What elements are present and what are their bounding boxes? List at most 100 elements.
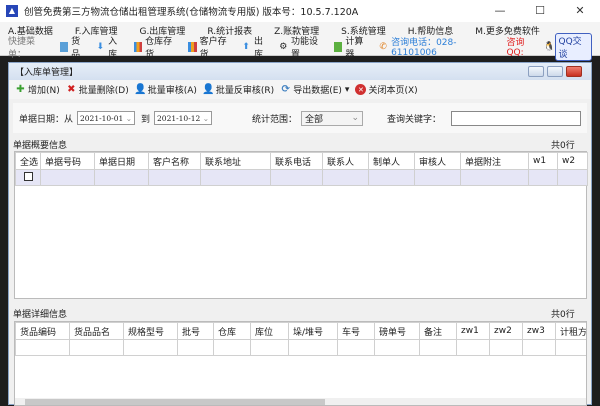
user-remove-icon: 👤 <box>202 84 215 95</box>
col-phone[interactable]: 联系电话 <box>270 152 323 170</box>
date-label: 单据日期：从 <box>19 114 74 125</box>
phone-text: 咨询电话：028-61101006 <box>391 38 457 58</box>
quick-settings-label: 功能设置 <box>290 36 318 60</box>
col-batch[interactable]: 批号 <box>177 322 214 340</box>
quick-customer-stock[interactable]: 客户存货 <box>187 34 234 60</box>
chevron-down-icon: ⌄ <box>351 113 360 123</box>
quick-warehouse-stock[interactable]: 仓库存货 <box>133 34 180 60</box>
quick-settings[interactable]: ⚙ 功能设置 <box>279 34 325 60</box>
col-contact[interactable]: 联系人 <box>322 152 369 170</box>
bar-chart-icon <box>187 41 197 52</box>
detail-header-row: 货品编码 货品品名 规格型号 批号 仓库 库位 垛/堆号 车号 磅单号 备注 z… <box>15 322 586 340</box>
col-remark[interactable]: 单据附注 <box>460 152 529 170</box>
summary-row-count: 共0行 <box>551 141 575 151</box>
col-zw3[interactable]: zw3 <box>522 322 556 340</box>
col-goods-code[interactable]: 货品编码 <box>15 322 70 340</box>
detail-grid: 货品编码 货品品名 规格型号 批号 仓库 库位 垛/堆号 车号 磅单号 备注 z… <box>14 321 587 406</box>
table-row[interactable] <box>15 339 586 356</box>
col-customer[interactable]: 客户名称 <box>148 152 201 170</box>
summary-section-label: 单据概要信息 <box>13 141 68 151</box>
col-approver[interactable]: 审核人 <box>414 152 461 170</box>
bar-chart-icon <box>133 41 143 52</box>
close-page-button[interactable]: ✕ 关闭本页(X) <box>355 83 418 96</box>
settings-icon: ⚙ <box>279 41 288 52</box>
keyword-input[interactable] <box>451 110 582 126</box>
col-rent-method[interactable]: 计租方式 <box>555 322 586 340</box>
qq-chat-label: QQ交谈 <box>555 32 592 61</box>
toolbar: ✚ 增加(N) ✖ 批量删除(D) 👤 批量审核(A) 👤 批量反审核(R) ⟳ 导出数据… <box>9 80 591 99</box>
table-row[interactable] <box>15 169 588 186</box>
child-minimize-button[interactable] <box>528 66 544 77</box>
col-order-date[interactable]: 单据日期 <box>94 152 149 170</box>
export-label: 导出数据(E) <box>293 86 342 96</box>
filter-panel: 单据日期：从 2021-10-01 ⌄ 到 2021-10-12 ⌄ 统计范围： 全… <box>13 103 587 133</box>
batch-delete-label: 批量删除(D) <box>78 86 129 96</box>
summary-header-row: 全选 单据号码 单据日期 客户名称 联系地址 联系电话 联系人 制单人 审核人 … <box>15 152 588 170</box>
quick-goods[interactable]: 货品 <box>59 34 89 60</box>
close-circle-icon: ✕ <box>355 84 367 95</box>
child-close-button[interactable] <box>566 66 582 77</box>
col-select-all[interactable]: 全选 <box>15 152 41 170</box>
calculator-icon <box>333 41 343 52</box>
col-w2[interactable]: w2 <box>557 152 588 170</box>
batch-unapprove-button[interactable]: 👤 批量反审核(R) <box>202 83 274 96</box>
date-from-picker[interactable]: 2021-10-01 ⌄ <box>77 111 136 125</box>
scrollbar-thumb[interactable] <box>25 399 325 405</box>
quick-outbound[interactable]: ⬆ 出库 <box>242 34 271 60</box>
batch-delete-button[interactable]: ✖ 批量删除(D) <box>66 83 129 96</box>
export-button[interactable]: ⟳ 导出数据(E) ▾ <box>280 83 349 96</box>
quick-goods-label: 货品 <box>71 36 81 60</box>
date-to-label: 到 <box>141 114 151 125</box>
title-bar: ▲ 创管免费第三方物流仓储出租管理系统(仓储物流专用版) 版本号：10.5.7.… <box>0 0 600 22</box>
chevron-down-icon: ⌄ <box>125 113 133 123</box>
detail-row-count: 共0行 <box>551 310 575 320</box>
quick-customer-stock-label: 客户存货 <box>199 36 227 60</box>
qq-button[interactable]: 🐧 QQ交谈 <box>543 32 592 61</box>
quick-inbound-label: 入库 <box>108 36 118 60</box>
col-goods-name[interactable]: 货品品名 <box>69 322 124 340</box>
range-value: 全部 <box>305 114 324 125</box>
col-location[interactable]: 库位 <box>250 322 289 340</box>
add-button[interactable]: ✚ 增加(N) <box>15 83 60 96</box>
inbound-order-window: 【入库单管理】 ✚ 增加(N) ✖ 批量删除(D) 👤 批量审核(A) 👤 批量反审核(… <box>8 62 592 406</box>
minimize-button[interactable]: — <box>480 0 520 22</box>
col-warehouse[interactable]: 仓库 <box>213 322 251 340</box>
col-vehicle-no[interactable]: 车号 <box>337 322 375 340</box>
col-spec[interactable]: 规格型号 <box>123 322 178 340</box>
row-checkbox[interactable] <box>23 171 33 181</box>
app-icon: ▲ <box>6 5 18 17</box>
date-from-value: 2021-10-01 <box>80 113 124 123</box>
close-button[interactable]: ✕ <box>560 0 600 22</box>
penguin-icon: 🐧 <box>543 41 555 52</box>
child-title: 【入库单管理】 <box>15 68 79 78</box>
col-creator[interactable]: 制单人 <box>368 152 415 170</box>
quick-label: 快捷菜单： <box>8 36 36 60</box>
add-label: 增加(N) <box>28 86 60 96</box>
plus-icon: ✚ <box>16 84 25 95</box>
col-w1[interactable]: w1 <box>528 152 558 170</box>
child-title-bar: 【入库单管理】 <box>9 63 591 80</box>
arrow-up-icon: ⬆ <box>242 41 250 52</box>
delete-x-icon: ✖ <box>67 84 76 95</box>
window-title: 创管免费第三方物流仓储出租管理系统(仓储物流专用版) 版本号：10.5.7.12… <box>24 7 359 18</box>
col-weigh-no[interactable]: 磅单号 <box>374 322 420 340</box>
maximize-button[interactable]: ☐ <box>520 0 560 22</box>
col-zw2[interactable]: zw2 <box>489 322 523 340</box>
quick-inbound[interactable]: ⬇ 入库 <box>97 34 126 60</box>
quick-calculator-label: 计算器 <box>345 36 364 60</box>
col-zw1[interactable]: zw1 <box>456 322 490 340</box>
child-restore-button[interactable] <box>547 66 563 77</box>
col-note[interactable]: 备注 <box>419 322 457 340</box>
batch-approve-button[interactable]: 👤 批量审核(A) <box>134 83 197 96</box>
summary-grid: 全选 单据号码 单据日期 客户名称 联系地址 联系电话 联系人 制单人 审核人 … <box>14 151 588 299</box>
date-to-picker[interactable]: 2021-10-12 ⌄ <box>154 111 213 125</box>
export-icon: ⟳ <box>281 84 290 95</box>
phone-icon: ✆ <box>379 41 387 52</box>
col-order-no[interactable]: 单据号码 <box>40 152 95 170</box>
quick-calculator[interactable]: 计算器 <box>333 34 372 60</box>
col-address[interactable]: 联系地址 <box>200 152 271 170</box>
phone-info: ✆ 咨询电话：028-61101006 <box>379 35 498 58</box>
quick-toolbar: 快捷菜单： 货品 ⬇ 入库 仓库存货 客户存货 ⬆ 出库 ⚙ 功能设置 计算器 ✆ 咨询… <box>0 32 600 61</box>
col-stack-no[interactable]: 垛/堆号 <box>288 322 338 340</box>
range-select[interactable]: 全部 ⌄ <box>301 110 364 126</box>
